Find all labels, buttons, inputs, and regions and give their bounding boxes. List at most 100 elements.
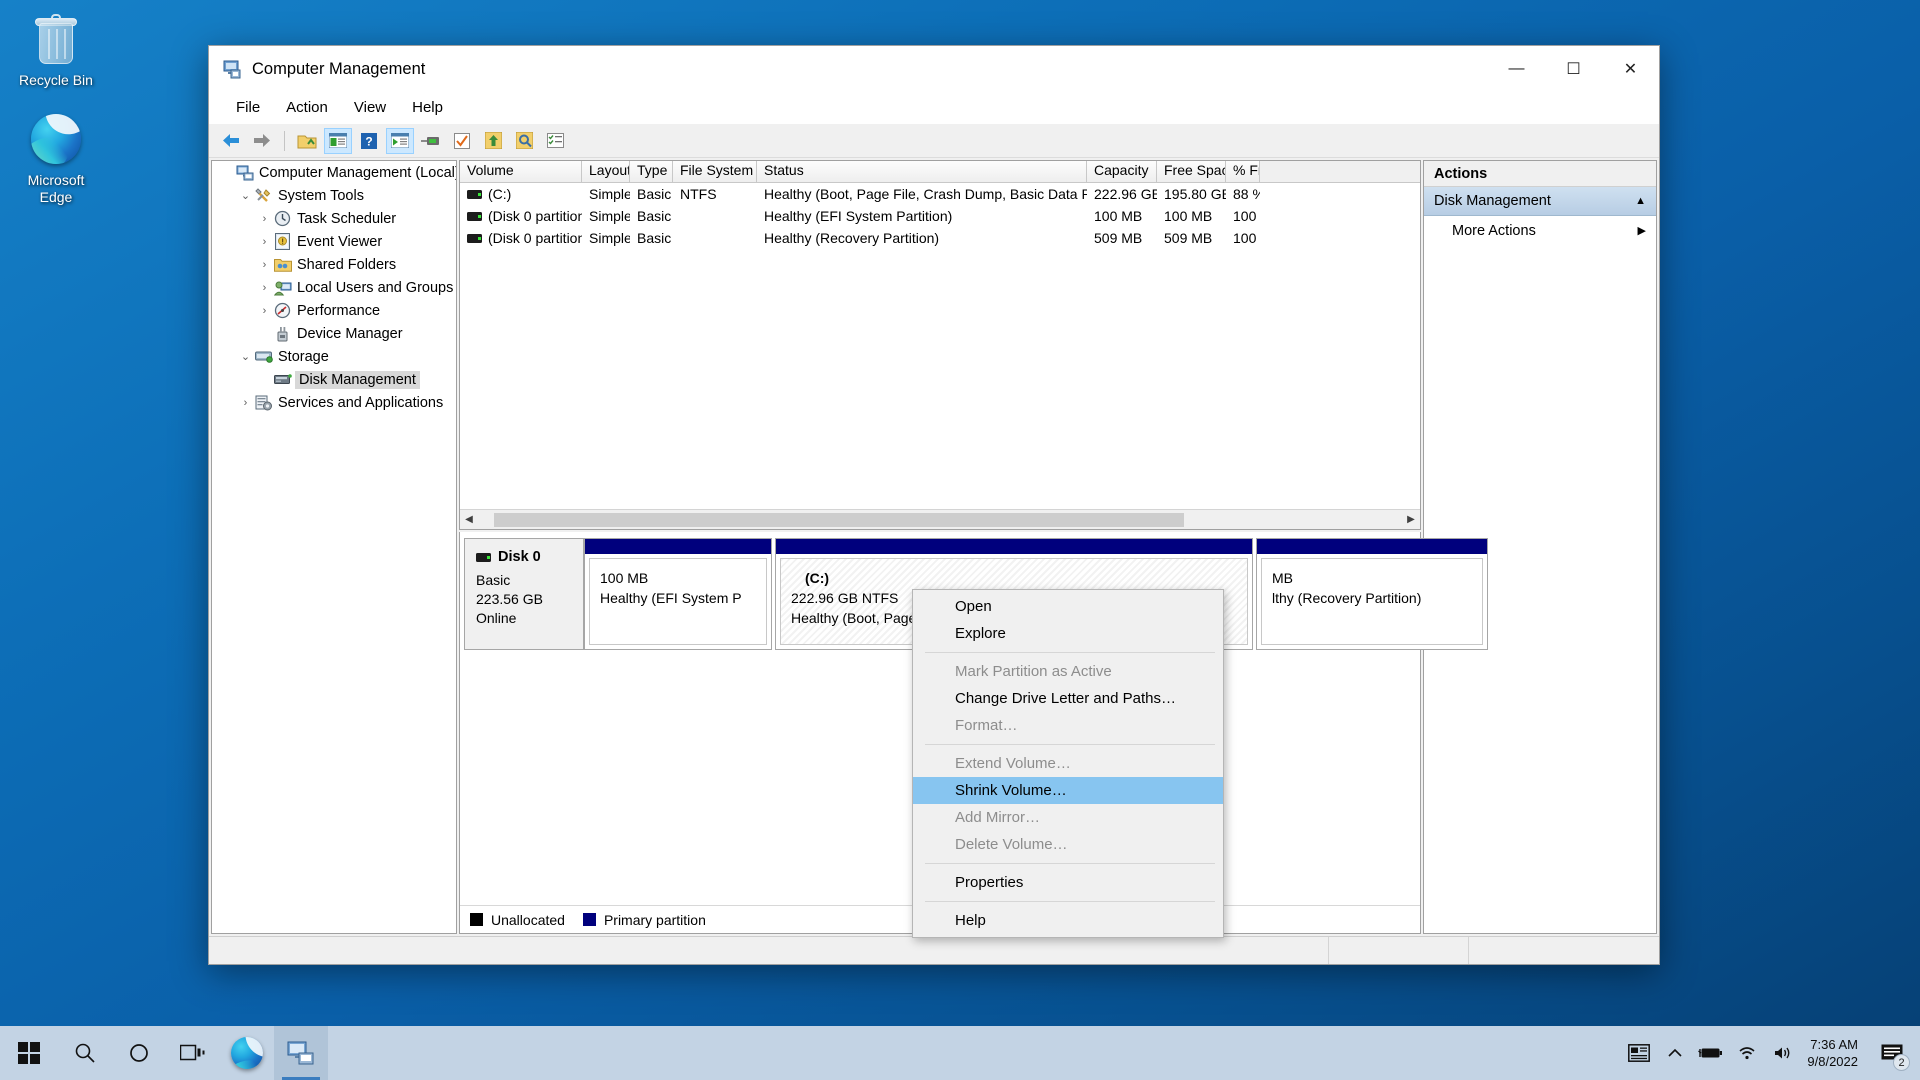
tree-expander-icon[interactable]: › <box>256 236 273 248</box>
console-tree-pane[interactable]: Computer Management (Local) ⌄ System Tools… <box>211 160 457 934</box>
context-menu-item-help[interactable]: Help <box>913 907 1223 934</box>
volume-column-header[interactable]: File System <box>673 161 757 182</box>
taskbar-clock[interactable]: 7:36 AM 9/8/2022 <box>1801 1036 1870 1070</box>
battery-icon[interactable] <box>1693 1026 1729 1080</box>
tree-item-label: Services and Applications <box>278 394 444 411</box>
back-button[interactable] <box>217 128 245 154</box>
tree-expander-icon[interactable]: › <box>256 259 273 271</box>
tree-expander-icon[interactable]: › <box>256 305 273 317</box>
legend-swatch <box>470 913 483 926</box>
show-hidden-icons-icon[interactable] <box>1657 1026 1693 1080</box>
actions-section-disk-management[interactable]: Disk Management ▲ <box>1424 187 1656 216</box>
tree-item-computer-management-local[interactable]: Computer Management (Local) <box>212 161 456 184</box>
tree-item-storage[interactable]: ⌄ Storage <box>212 345 456 368</box>
desktop-icon-recycle-bin[interactable]: Recycle Bin <box>8 10 104 89</box>
tree-expander-icon[interactable]: › <box>256 213 273 225</box>
connect-device-icon[interactable] <box>417 128 445 154</box>
actions-item-more-actions[interactable]: More Actions ▶ <box>1424 216 1656 245</box>
tree-item-services-and-applications[interactable]: › Services and Applications <box>212 391 456 414</box>
menu-action[interactable]: Action <box>273 96 341 119</box>
context-menu-item-explore[interactable]: Explore <box>913 620 1223 647</box>
context-menu-item-change-drive-letter-and-paths[interactable]: Change Drive Letter and Paths… <box>913 685 1223 712</box>
volume-list-horizontal-scrollbar[interactable]: ◀ ▶ <box>460 509 1420 529</box>
tree-item-system-tools[interactable]: ⌄ System Tools <box>212 184 456 207</box>
wifi-icon[interactable] <box>1729 1026 1765 1080</box>
disk-info-block[interactable]: Disk 0 Basic 223.56 GB Online <box>464 538 584 650</box>
taskbar-computer-management-icon[interactable] <box>274 1026 328 1080</box>
tools-icon <box>254 187 273 204</box>
volume-icon <box>467 233 482 243</box>
volume-list[interactable]: Volume Layout Type File System Status Capacit… <box>459 160 1421 530</box>
tree-item-event-viewer[interactable]: › Event Viewer <box>212 230 456 253</box>
volume-cell-pct: 100 <box>1233 230 1257 246</box>
tree-expander-icon[interactable]: ⌄ <box>237 189 254 202</box>
clock-icon <box>273 210 292 227</box>
properties-list-icon[interactable] <box>541 128 569 154</box>
taskbar-cortana-icon[interactable] <box>112 1026 166 1080</box>
desktop-icon-label-line1: Microsoft <box>27 172 85 188</box>
volume-icon[interactable] <box>1765 1026 1801 1080</box>
forward-button[interactable] <box>248 128 276 154</box>
partition-block[interactable]: 100 MB Healthy (EFI System P <box>584 538 772 650</box>
edge-icon <box>8 110 104 168</box>
tree-item-disk-management[interactable]: Disk Management <box>212 368 456 391</box>
desktop-icon-label-line2: Edge <box>39 189 73 205</box>
scroll-right-arrow[interactable]: ▶ <box>1402 514 1420 525</box>
volume-column-header[interactable]: Layout <box>582 161 630 182</box>
disk-type: Basic <box>476 572 511 588</box>
volume-list-body[interactable]: (C:) Simple Basic NTFS Healthy (Boot, Page F… <box>460 183 1420 509</box>
start-button[interactable] <box>0 1026 58 1080</box>
volume-row[interactable]: (Disk 0 partition 4) Simple Basic Healthy (… <box>460 227 1420 249</box>
help-button[interactable]: ? <box>355 128 383 154</box>
volume-column-header[interactable]: Status <box>757 161 1087 182</box>
desktop-icon-microsoft-edge[interactable]: Microsoft Edge <box>8 110 104 206</box>
minimize-button[interactable]: — <box>1488 46 1545 92</box>
volume-column-header[interactable]: Volume <box>460 161 582 182</box>
taskbar-search-icon[interactable] <box>58 1026 112 1080</box>
up-folder-button[interactable] <box>293 128 321 154</box>
partition-block[interactable]: MB lthy (Recovery Partition) <box>1256 538 1488 650</box>
chevron-up-icon[interactable]: ▲ <box>1635 195 1646 207</box>
export-up-icon[interactable] <box>479 128 507 154</box>
disk-icon <box>273 371 292 388</box>
window-titlebar[interactable]: Computer Management — ☐ ✕ <box>209 46 1659 92</box>
news-icon[interactable] <box>1621 1026 1657 1080</box>
show-action-pane-button[interactable] <box>386 127 414 154</box>
taskbar-edge-icon[interactable] <box>220 1026 274 1080</box>
volume-column-header[interactable]: Capacity <box>1087 161 1157 182</box>
context-menu-item-open[interactable]: Open <box>913 593 1223 620</box>
volume-column-header[interactable]: Free Space <box>1157 161 1226 182</box>
volume-label: (Disk 0 partition 4) <box>488 230 582 246</box>
scroll-thumb[interactable] <box>494 512 1184 527</box>
menu-help[interactable]: Help <box>399 96 456 119</box>
menu-view[interactable]: View <box>341 96 399 119</box>
volume-row[interactable]: (C:) Simple Basic NTFS Healthy (Boot, Page F… <box>460 183 1420 205</box>
checkmark-icon[interactable] <box>448 128 476 154</box>
disk-title: Disk 0 <box>476 549 572 565</box>
menu-file[interactable]: File <box>223 96 273 119</box>
taskbar-task-view-icon[interactable] <box>166 1026 220 1080</box>
volume-column-header[interactable]: % Fr <box>1226 161 1260 182</box>
desktop-icon-label: Recycle Bin <box>19 72 93 88</box>
volume-row[interactable]: (Disk 0 partition 1) Simple Basic Healthy (… <box>460 205 1420 227</box>
notifications-button[interactable]: 2 <box>1870 1026 1914 1080</box>
volume-cell-name: (C:) <box>460 186 582 202</box>
tree-item-shared-folders[interactable]: › Shared Folders <box>212 253 456 276</box>
context-menu-item-shrink-volume[interactable]: Shrink Volume… <box>913 777 1223 804</box>
tree-expander-icon[interactable]: › <box>256 282 273 294</box>
tree-item-performance[interactable]: › Performance <box>212 299 456 322</box>
tree-expander-icon[interactable]: ⌄ <box>237 350 254 363</box>
context-menu[interactable]: Open Explore Mark Partition as Active Chang… <box>912 589 1224 938</box>
context-menu-item-properties[interactable]: Properties <box>913 869 1223 896</box>
tree-expander-icon[interactable]: › <box>237 397 254 409</box>
scroll-track[interactable] <box>478 510 1402 529</box>
volume-column-header[interactable]: Type <box>630 161 673 182</box>
tree-item-device-manager[interactable]: Device Manager <box>212 322 456 345</box>
show-hide-tree-button[interactable] <box>324 127 352 154</box>
search-folder-icon[interactable] <box>510 128 538 154</box>
tree-item-task-scheduler[interactable]: › Task Scheduler <box>212 207 456 230</box>
scroll-left-arrow[interactable]: ◀ <box>460 514 478 525</box>
maximize-button[interactable]: ☐ <box>1545 46 1602 92</box>
close-button[interactable]: ✕ <box>1602 46 1659 92</box>
tree-item-local-users-and-groups[interactable]: › Local Users and Groups <box>212 276 456 299</box>
